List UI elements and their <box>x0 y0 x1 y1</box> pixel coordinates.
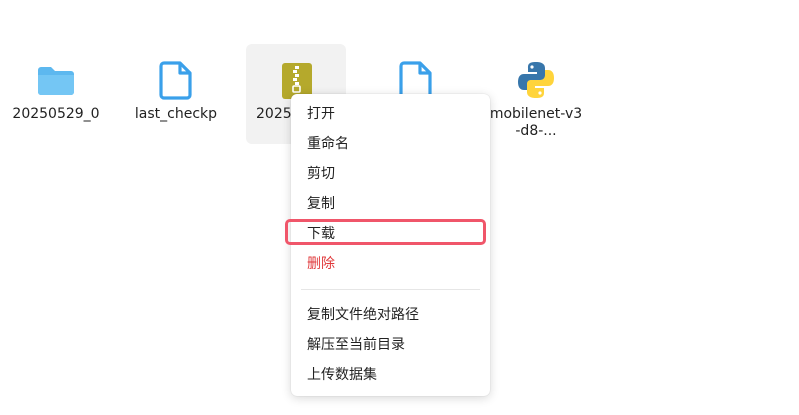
menu-item-open[interactable]: 打开 <box>291 99 490 129</box>
menu-item-rename[interactable]: 重命名 <box>291 129 490 159</box>
context-menu: 打开 重命名 剪切 复制 下载 删除 复制文件绝对路径 解压至当前目录 上传数据… <box>291 94 490 396</box>
python-file-icon <box>514 58 558 102</box>
menu-item-copy[interactable]: 复制 <box>291 189 490 219</box>
file-item-python[interactable]: mobilenet-v3-d8-... <box>486 44 586 144</box>
file-name: mobilenet-v3-d8-... <box>489 106 583 139</box>
file-item-checkpoint[interactable]: last_checkp <box>126 44 226 144</box>
menu-item-extract-here[interactable]: 解压至当前目录 <box>291 330 490 360</box>
document-icon <box>154 58 198 102</box>
menu-item-download[interactable]: 下载 <box>291 219 490 249</box>
menu-item-copy-absolute-path[interactable]: 复制文件绝对路径 <box>291 300 490 330</box>
file-name: last_checkp <box>134 106 218 122</box>
file-item-folder[interactable]: 20250529_0 <box>6 44 106 144</box>
menu-item-upload-dataset[interactable]: 上传数据集 <box>291 360 490 390</box>
menu-divider <box>301 289 480 290</box>
file-name: 20250529_0 <box>12 106 100 122</box>
menu-item-delete[interactable]: 删除 <box>291 249 490 279</box>
menu-item-cut[interactable]: 剪切 <box>291 159 490 189</box>
folder-icon <box>34 58 78 102</box>
